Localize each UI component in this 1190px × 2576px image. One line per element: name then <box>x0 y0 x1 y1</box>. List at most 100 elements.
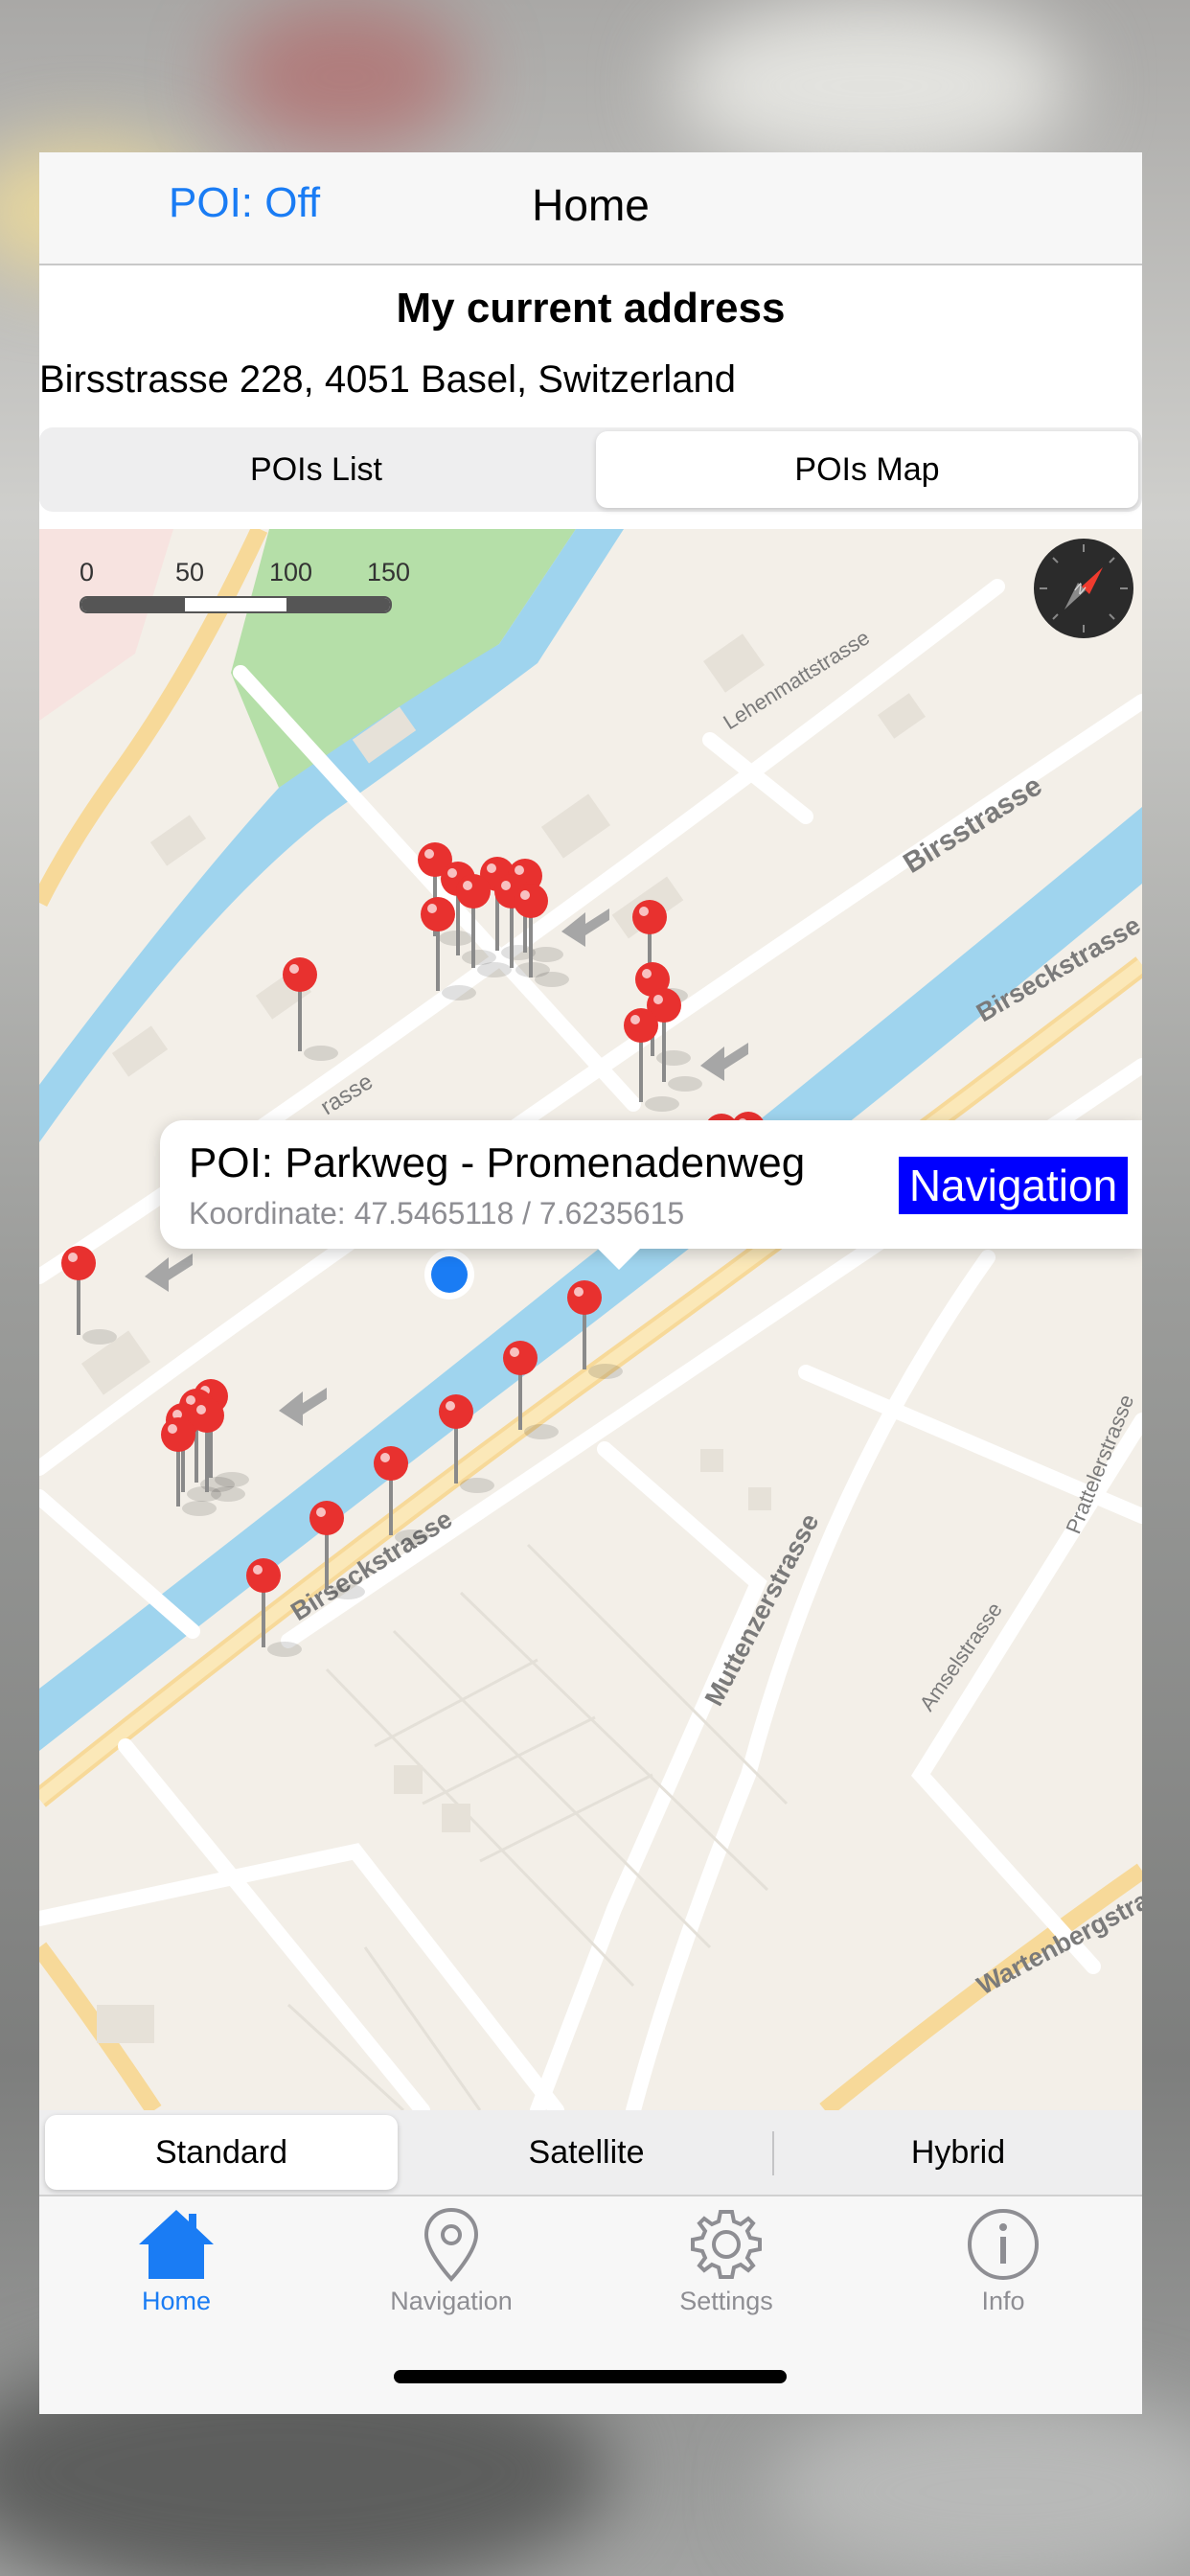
callout-title: POI: Parkweg - Promenadenweg <box>189 1139 806 1186</box>
poi-pin[interactable] <box>246 1558 281 1593</box>
background-blur-blob <box>220 0 469 153</box>
segment-divider <box>772 2131 774 2175</box>
pin-highlight <box>520 890 530 900</box>
tab-bar: Home Navigation Settings Info <box>39 2195 1142 2414</box>
poi-pin[interactable] <box>283 957 317 992</box>
pin-shadow <box>668 1076 702 1092</box>
info-circle-icon <box>968 2209 1039 2280</box>
map-type-standard[interactable]: Standard <box>45 2115 398 2190</box>
pin-shadow <box>82 1329 117 1345</box>
map-pin-icon <box>423 2207 479 2282</box>
pin-shadow <box>331 1584 365 1599</box>
tab-label-home: Home <box>141 2287 212 2315</box>
pin-shadow <box>656 1050 691 1066</box>
poi-pin[interactable] <box>624 1008 658 1043</box>
pin-highlight <box>424 849 434 859</box>
poi-pin[interactable] <box>61 1246 96 1280</box>
poi-pin[interactable] <box>456 874 491 908</box>
pin-highlight <box>168 1424 177 1434</box>
pin-highlight <box>380 1453 390 1462</box>
house-icon <box>139 2210 214 2279</box>
pin-shadow <box>267 1642 302 1657</box>
pin-shadow <box>460 1478 494 1493</box>
app-screen: POI: Off Home My current address Birsstr… <box>39 152 1142 2414</box>
pin-shadow <box>395 1530 429 1545</box>
poi-pin[interactable] <box>439 1394 473 1429</box>
pin-highlight <box>510 1347 519 1357</box>
poi-pin[interactable] <box>309 1501 344 1535</box>
poi-pin[interactable] <box>632 900 667 934</box>
pin-shadow <box>524 1424 559 1439</box>
scale-bar <box>80 596 392 613</box>
pin-highlight <box>501 881 511 890</box>
poi-pin[interactable] <box>190 1398 224 1433</box>
pin-shadow <box>182 1501 217 1516</box>
pin-highlight <box>463 881 472 890</box>
poi-pin[interactable] <box>161 1417 195 1452</box>
pin-highlight <box>639 907 649 916</box>
map-scale: 0 50 100 150 m <box>80 558 410 616</box>
tab-home[interactable]: Home <box>80 2206 272 2340</box>
pin-highlight <box>487 863 496 873</box>
pin-highlight <box>515 865 524 875</box>
pin-highlight <box>316 1507 326 1517</box>
navigation-bar: POI: Off Home <box>39 152 1142 265</box>
pin-highlight <box>289 964 299 974</box>
callout-coordinates: Koordinate: 47.5465118 / 7.6235615 <box>189 1196 685 1230</box>
map-type-segmented-control: Standard Satellite Hybrid <box>39 2110 1142 2195</box>
pin-highlight <box>630 1015 640 1024</box>
pin-shadow <box>477 962 512 978</box>
pin-shadow <box>645 1096 679 1112</box>
callout-tail <box>594 1245 644 1270</box>
scale-label: 0 <box>80 558 95 586</box>
pin-highlight <box>68 1253 78 1262</box>
tab-label-settings: Settings <box>679 2287 773 2315</box>
poi-pin[interactable] <box>514 884 548 918</box>
pin-highlight <box>642 969 652 978</box>
background-blur-blob <box>767 2396 1190 2576</box>
gear-icon <box>691 2210 762 2279</box>
scale-label: 50 <box>175 558 205 586</box>
poi-pin[interactable] <box>567 1280 602 1315</box>
tab-label-navigation: Navigation <box>390 2287 513 2315</box>
tab-settings[interactable]: Settings <box>630 2206 822 2340</box>
pin-highlight <box>196 1405 206 1414</box>
map-type-hybrid[interactable]: Hybrid <box>777 2115 1139 2190</box>
pin-shadow <box>442 985 476 1000</box>
poi-pin[interactable] <box>421 897 455 932</box>
navigation-button[interactable]: Navigation <box>899 1157 1128 1214</box>
background-blur-blob <box>671 0 1073 172</box>
page-title: Home <box>532 180 650 230</box>
street-labels: Lehenmattstrasse Birsstrasse Birseckstra… <box>286 625 1142 2000</box>
pin-highlight <box>427 904 437 913</box>
poi-pin[interactable] <box>374 1446 408 1481</box>
pin-highlight <box>653 995 663 1004</box>
poi-callout[interactable]: POI: Parkweg - Promenadenweg Koordinate:… <box>160 1120 1142 1270</box>
tab-pois-map[interactable]: POIs Map <box>596 431 1138 508</box>
map-type-satellite[interactable]: Satellite <box>405 2115 767 2190</box>
tab-navigation[interactable]: Navigation <box>355 2206 547 2340</box>
user-location-dot <box>431 1256 468 1293</box>
compass-icon[interactable]: N <box>1034 539 1133 638</box>
map-view[interactable]: Lehenmattstrasse Birsstrasse Birseckstra… <box>39 529 1142 2110</box>
pin-shadow <box>535 972 569 987</box>
poi-pin[interactable] <box>503 1341 538 1375</box>
view-segmented-control: POIs List POIs Map <box>39 427 1142 512</box>
pin-shadow <box>304 1046 338 1061</box>
map-canvas: Lehenmattstrasse Birsstrasse Birseckstra… <box>39 529 1142 2110</box>
tab-label-info: Info <box>981 2287 1025 2315</box>
pin-shadow <box>211 1486 245 1502</box>
street-label-wartenbergstrasse: Wartenbergstra <box>973 1885 1142 2000</box>
pin-shadow <box>588 1364 623 1379</box>
tab-info[interactable]: Info <box>907 2206 1099 2340</box>
pin-highlight <box>253 1565 263 1575</box>
address-heading: My current address <box>396 285 786 332</box>
street-label-birsstrasse: Birsstrasse <box>898 770 1047 880</box>
scale-label: 100 <box>269 558 313 586</box>
current-address: Birsstrasse 228, 4051 Basel, Switzerland <box>39 358 737 401</box>
tab-pois-list[interactable]: POIs List <box>43 431 589 508</box>
pin-highlight <box>186 1395 195 1405</box>
pin-highlight <box>574 1287 584 1297</box>
home-indicator[interactable] <box>394 2370 787 2383</box>
pin-shadow <box>529 947 563 962</box>
